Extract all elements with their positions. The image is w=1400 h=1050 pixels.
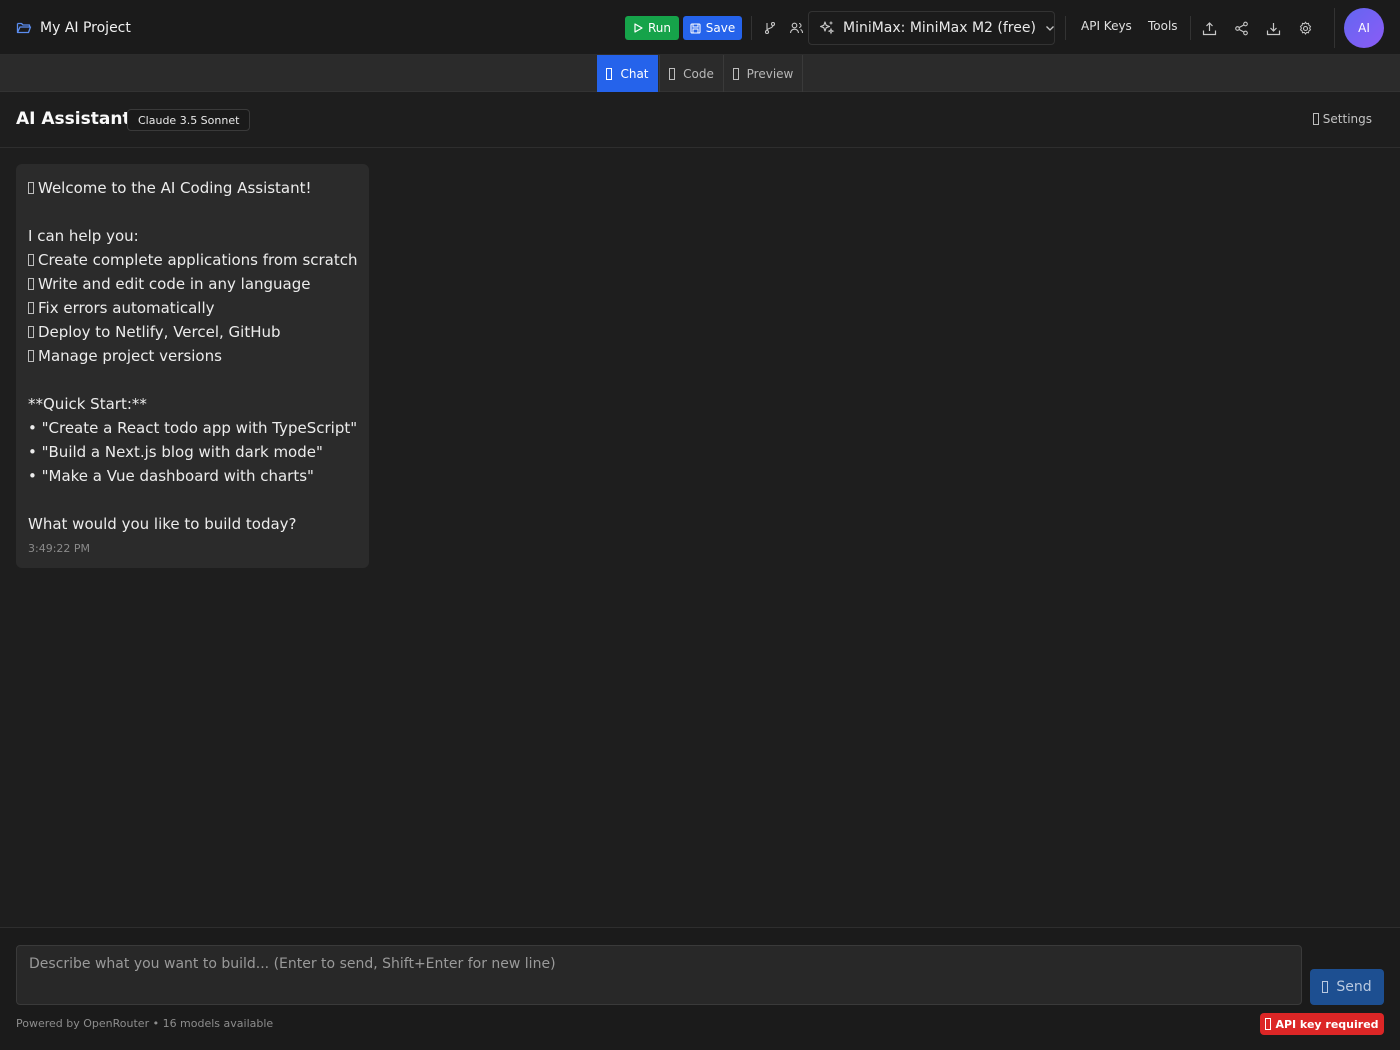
chat-icon bbox=[606, 67, 613, 80]
message-line: I can help you: bbox=[28, 227, 139, 245]
wave-icon bbox=[28, 182, 34, 194]
assistant-message: Welcome to the AI Coding Assistant! I ca… bbox=[16, 164, 369, 568]
run-button[interactable]: Run bbox=[625, 16, 679, 40]
assistant-header: AI Assistant Claude 3.5 Sonnet Settings bbox=[0, 92, 1400, 148]
model-badge: Claude 3.5 Sonnet bbox=[127, 109, 251, 131]
message-line: • "Create a React todo app with TypeScri… bbox=[28, 419, 358, 437]
page-title: AI Assistant bbox=[16, 109, 131, 129]
send-button[interactable]: Send bbox=[1310, 969, 1384, 1005]
download-icon[interactable] bbox=[1262, 17, 1284, 39]
settings-icon bbox=[1312, 113, 1319, 125]
divider bbox=[1190, 16, 1191, 40]
folder-open-icon bbox=[16, 20, 32, 36]
git-branch-icon[interactable] bbox=[759, 17, 781, 39]
sparkles-icon bbox=[819, 20, 835, 36]
bullet-icon bbox=[28, 278, 34, 290]
send-icon bbox=[1322, 981, 1329, 993]
project-title-area[interactable]: My AI Project bbox=[16, 0, 131, 55]
top-bar: My AI Project Run Save MiniMax: MiniMax … bbox=[0, 0, 1400, 55]
avatar[interactable]: AI bbox=[1344, 8, 1384, 48]
message-line: **Quick Start:** bbox=[28, 395, 147, 413]
code-icon bbox=[669, 67, 676, 80]
tab-bar: Chat Code Preview bbox=[0, 55, 1400, 92]
api-key-required-badge[interactable]: API key required bbox=[1260, 1013, 1384, 1035]
tab-divider bbox=[802, 55, 803, 92]
eye-icon bbox=[732, 67, 739, 80]
tools-button[interactable]: Tools bbox=[1148, 19, 1178, 33]
upload-icon[interactable] bbox=[1198, 17, 1220, 39]
divider bbox=[1334, 8, 1335, 48]
message-line: Manage project versions bbox=[28, 344, 357, 368]
prompt-input[interactable] bbox=[16, 945, 1302, 1005]
run-label: Run bbox=[647, 21, 671, 35]
message-line: • "Build a Next.js blog with dark mode" bbox=[28, 443, 323, 461]
settings-button[interactable]: Settings bbox=[1312, 112, 1372, 126]
api-key-warning-label: API key required bbox=[1275, 1017, 1379, 1031]
powered-by-text: Powered by OpenRouter • 16 models availa… bbox=[16, 1017, 274, 1030]
share-icon[interactable] bbox=[1230, 17, 1252, 39]
api-keys-button[interactable]: API Keys bbox=[1081, 19, 1132, 33]
message-line: Deploy to Netlify, Vercel, GitHub bbox=[28, 320, 357, 344]
message-line: Write and edit code in any language bbox=[28, 272, 357, 296]
message-line: What would you like to build today? bbox=[28, 515, 297, 533]
gear-icon[interactable] bbox=[1294, 17, 1316, 39]
tab-preview[interactable]: Preview bbox=[724, 55, 802, 92]
play-icon bbox=[633, 23, 643, 33]
model-select[interactable]: MiniMax: MiniMax M2 (free) bbox=[808, 11, 1055, 45]
message-line: Welcome to the AI Coding Assistant! bbox=[28, 176, 357, 200]
tab-chat[interactable]: Chat bbox=[597, 55, 658, 92]
bullet-icon bbox=[28, 350, 34, 362]
settings-label: Settings bbox=[1322, 112, 1372, 126]
chevron-down-icon bbox=[1044, 22, 1056, 34]
project-title: My AI Project bbox=[40, 19, 131, 36]
send-label: Send bbox=[1336, 979, 1372, 995]
warning-icon bbox=[1265, 1018, 1272, 1030]
model-select-label: MiniMax: MiniMax M2 (free) bbox=[843, 20, 1036, 36]
divider bbox=[1065, 16, 1066, 40]
save-label: Save bbox=[705, 21, 736, 35]
users-icon[interactable] bbox=[785, 17, 807, 39]
tab-label: Chat bbox=[620, 66, 649, 81]
message-line: Fix errors automatically bbox=[28, 296, 357, 320]
divider bbox=[751, 16, 752, 40]
save-icon bbox=[690, 22, 701, 34]
tab-label: Preview bbox=[746, 66, 794, 81]
bullet-icon bbox=[28, 254, 34, 266]
tab-label: Code bbox=[683, 66, 714, 81]
message-line: • "Make a Vue dashboard with charts" bbox=[28, 467, 314, 485]
composer: Send Powered by OpenRouter • 16 models a… bbox=[0, 927, 1400, 1050]
bullet-icon bbox=[28, 302, 34, 314]
save-button[interactable]: Save bbox=[683, 16, 742, 40]
tab-code[interactable]: Code bbox=[660, 55, 723, 92]
bullet-icon bbox=[28, 326, 34, 338]
message-line: Create complete applications from scratc… bbox=[28, 248, 358, 272]
message-timestamp: 3:49:22 PM bbox=[28, 542, 91, 555]
chat-area: Welcome to the AI Coding Assistant! I ca… bbox=[0, 148, 1400, 927]
